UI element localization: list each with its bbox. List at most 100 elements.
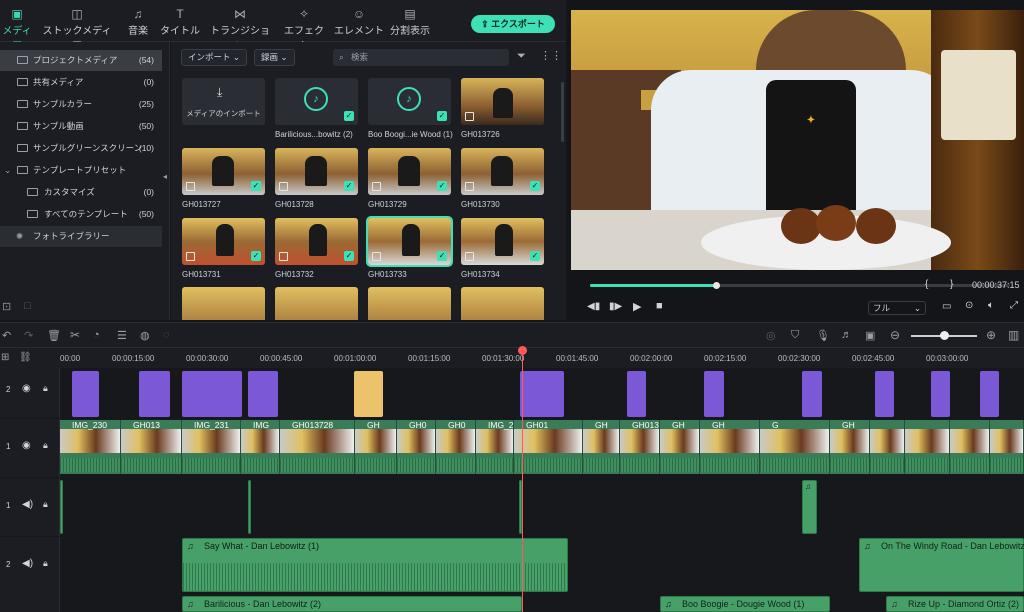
video-clip[interactable]: GH	[830, 420, 870, 474]
audio-clip[interactable]	[248, 480, 251, 534]
audio-clip[interactable]	[60, 480, 63, 534]
timeline-ruler[interactable]: 00:00 00:00:15:00 00:00:30:00 00:00:45:0…	[60, 348, 1024, 368]
speaker-icon[interactable]: ◀)	[22, 499, 33, 510]
sidebar-item-shared-media[interactable]: 共有メディア (0)	[0, 72, 162, 93]
tab-media[interactable]: ▣ メディア	[0, 6, 34, 52]
sidebar-item-template-presets[interactable]: ⌄ テンプレートプリセット	[0, 160, 162, 181]
lock-icon[interactable]: 🔒︎	[43, 499, 48, 510]
lock-icon[interactable]: 🔒︎	[43, 558, 48, 569]
video-clip[interactable]: GH0	[397, 420, 436, 474]
overlay-clip[interactable]	[248, 371, 278, 417]
add-track-icon[interactable]: ⊞	[1, 352, 9, 363]
media-scrollbar[interactable]	[561, 82, 564, 142]
search-input[interactable]: ⌕ 検索	[333, 49, 509, 66]
audio-clip-windy-road[interactable]: ♫ On The Windy Road - Dan Lebowitz	[859, 538, 1024, 592]
audio-clip-say-what[interactable]: ♫ Say What - Dan Lebowitz (1)	[182, 538, 568, 592]
video-clip[interactable]: GH013728	[280, 420, 355, 474]
cut-icon[interactable]: ✂	[70, 328, 80, 342]
media-thumb[interactable]	[461, 287, 544, 320]
delete-icon[interactable]: 🗑︎	[47, 329, 61, 342]
video-clip[interactable]: IMG_231	[182, 420, 241, 474]
media-thumb-gh013726[interactable]	[461, 78, 544, 125]
video-clip[interactable]: GH0	[436, 420, 476, 474]
overlay-clip[interactable]	[802, 371, 822, 417]
step-back-icon[interactable]: ◀▮	[587, 301, 600, 312]
video-clip[interactable]: IMG_2312	[476, 420, 514, 474]
link-icon[interactable]: ⛓	[19, 352, 32, 363]
video-clip[interactable]	[905, 420, 950, 474]
play-pause-icon[interactable]: ▮▶	[609, 301, 622, 312]
grid-view-icon[interactable]: ⋮⋮	[540, 49, 562, 62]
tab-elements[interactable]: ☺ エレメント	[334, 6, 384, 40]
overlay-clip[interactable]	[980, 371, 999, 417]
overlay-clip[interactable]	[72, 371, 99, 417]
mark-out-button[interactable]: }	[950, 279, 953, 290]
playhead-line[interactable]	[522, 354, 523, 612]
playback-scrubber[interactable]	[590, 282, 1010, 289]
overlay-clip[interactable]	[139, 371, 170, 417]
speaker-icon[interactable]: ◀)	[22, 558, 33, 569]
video-clip[interactable]: G	[760, 420, 830, 474]
audio-clip[interactable]: ♫	[802, 480, 817, 534]
sidebar-item-all-templates[interactable]: すべてのテンプレート (50)	[0, 204, 162, 225]
sidebar-item-customize[interactable]: カスタマイズ (0)	[0, 182, 162, 203]
video-clip[interactable]: GH013736	[620, 420, 660, 474]
video-clip[interactable]: GH	[583, 420, 620, 474]
export-button[interactable]: ⇪ エクスポート	[471, 15, 555, 33]
video-clip[interactable]: GH	[700, 420, 760, 474]
video-clip[interactable]: GH	[660, 420, 700, 474]
overlay-clip[interactable]	[875, 371, 894, 417]
lock-icon[interactable]: 🔒︎	[43, 440, 48, 451]
media-thumb-gh013731[interactable]: ✓	[182, 218, 265, 265]
media-thumb-gh013727[interactable]: ✓	[182, 148, 265, 195]
adjust-icon[interactable]: ☰	[117, 329, 127, 342]
marker-icon[interactable]: ⛉	[791, 329, 799, 342]
mark-in-button[interactable]: {	[925, 279, 928, 290]
speed-icon[interactable]: ◔	[93, 329, 100, 341]
quality-select[interactable]: フル ⌄	[868, 301, 926, 315]
media-thumb[interactable]	[275, 287, 358, 320]
overlay-clip[interactable]	[704, 371, 724, 417]
media-thumb-gh013733[interactable]: ✓	[366, 216, 453, 267]
media-thumb-boo-boogie[interactable]: ♪ ✓	[368, 78, 451, 125]
video-clip[interactable]: GH	[355, 420, 397, 474]
media-thumb-gh013728[interactable]: ✓	[275, 148, 358, 195]
eye-icon[interactable]: ◉	[22, 440, 31, 451]
new-folder-icon[interactable]: ⊡	[2, 300, 11, 313]
media-thumb-gh013732[interactable]: ✓	[275, 218, 358, 265]
audio-clip-boo-boogie[interactable]: ♫ Boo Boogie - Dougie Wood (1)	[660, 596, 830, 612]
overlay-clip[interactable]	[520, 371, 564, 417]
stop-icon[interactable]: ■	[656, 300, 663, 312]
fullscreen-icon[interactable]: ⤢	[1010, 300, 1018, 311]
tab-titles[interactable]: T タイトル	[160, 6, 200, 40]
folder-icon[interactable]: □	[24, 300, 31, 312]
sidebar-item-sample-green-screen[interactable]: サンプルグリーンスクリーン (10)	[0, 138, 162, 159]
zoom-in-icon[interactable]: ⊕	[986, 328, 996, 342]
import-media-tile[interactable]: ⤓ メディアのインポート	[182, 78, 265, 125]
video-clip[interactable]: GH013	[121, 420, 182, 474]
video-clip[interactable]	[990, 420, 1024, 474]
media-thumb-gh013729[interactable]: ✓	[368, 148, 451, 195]
layout-icon[interactable]: ▥	[1008, 328, 1019, 342]
zoom-slider-handle[interactable]	[940, 331, 949, 340]
sidebar-item-project-media[interactable]: プロジェクトメディア (54)	[0, 50, 162, 71]
tab-transitions[interactable]: ⋈ トランジション	[207, 6, 273, 52]
media-thumb-gh013730[interactable]: ✓	[461, 148, 544, 195]
render-icon[interactable]: ◎	[766, 329, 776, 342]
overlay-clip[interactable]	[931, 371, 950, 417]
tab-effects[interactable]: ✧ エフェクト	[281, 6, 327, 52]
audio-effects-icon[interactable]: ◍	[140, 329, 150, 342]
video-clip[interactable]: GH01	[514, 420, 583, 474]
tab-stock-media[interactable]: ◫ ストックメディア	[40, 6, 114, 52]
media-thumb-gh013734[interactable]: ✓	[461, 218, 544, 265]
overlay-clip[interactable]	[182, 371, 242, 417]
undo-icon[interactable]: ↶	[2, 329, 11, 342]
lock-icon[interactable]: 🔒︎	[43, 383, 48, 394]
scrubber-handle[interactable]	[713, 282, 720, 289]
snapshot-icon[interactable]: ⊙	[965, 300, 973, 311]
play-icon[interactable]: ▶	[633, 300, 641, 313]
zoom-out-icon[interactable]: ⊖	[890, 328, 900, 342]
import-dropdown[interactable]: インポート ⌄	[181, 49, 247, 66]
media-thumb[interactable]	[368, 287, 451, 320]
video-clip[interactable]: IMG_230	[60, 420, 121, 474]
